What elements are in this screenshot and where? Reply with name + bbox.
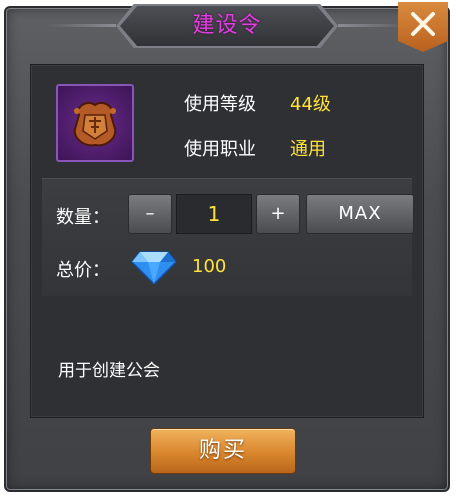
item-icon-frame (56, 84, 134, 162)
quantity-label: 数量： (56, 207, 110, 228)
close-icon (411, 12, 435, 36)
total-price-value: 100 (192, 256, 227, 277)
max-button[interactable]: MAX (306, 194, 414, 234)
level-value: 44级 (290, 94, 331, 115)
class-value: 通用 (290, 139, 326, 160)
title-ornament-right (338, 24, 408, 27)
decrease-button[interactable]: – (128, 194, 172, 234)
title-ornament-left (46, 24, 116, 27)
diamond-icon (132, 251, 176, 284)
item-description: 用于创建公会 (58, 361, 160, 381)
quantity-input[interactable]: 1 (176, 194, 252, 234)
increase-button[interactable]: + (256, 194, 300, 234)
guild-token-icon (73, 101, 117, 147)
class-label: 使用职业 (184, 139, 256, 160)
dialog-title: 建设令 (192, 13, 262, 38)
total-price-label: 总价： (56, 260, 110, 281)
level-label: 使用等级 (184, 94, 256, 115)
buy-button[interactable]: 购买 (150, 428, 296, 474)
